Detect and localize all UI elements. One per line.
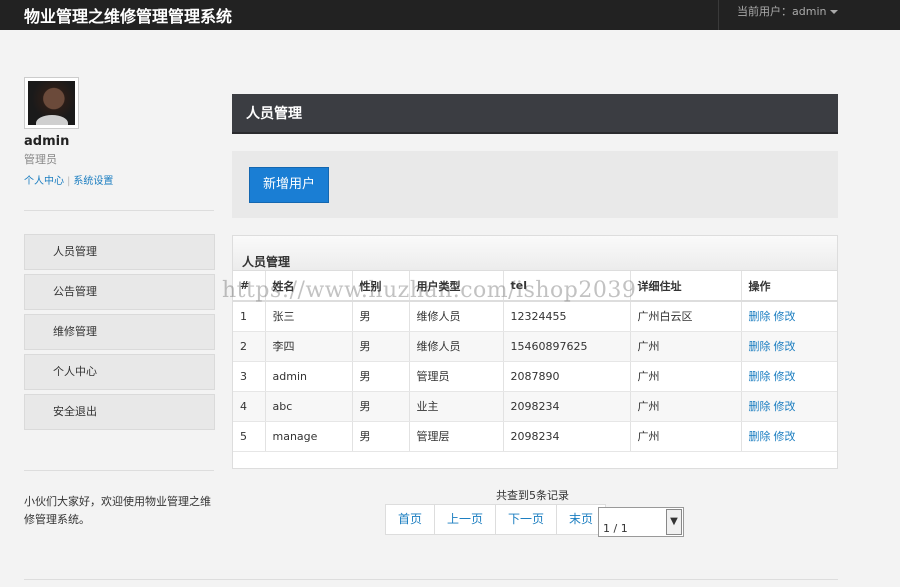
cell-actions: 删除 修改 <box>741 421 837 452</box>
first-page-button[interactable]: 首页 <box>386 505 436 534</box>
delete-link[interactable]: 删除 <box>749 310 771 323</box>
cell-id: 3 <box>233 361 266 392</box>
cell-type: 管理层 <box>409 421 504 452</box>
cell-actions: 删除 修改 <box>741 331 837 362</box>
sidebar-item-repairs[interactable]: 维修管理 <box>24 314 215 350</box>
cell-id: 2 <box>233 331 266 362</box>
cell-gender: 男 <box>352 391 410 422</box>
column-header: 性别 <box>352 271 410 302</box>
cell-address: 广州 <box>630 361 742 392</box>
sidebar-item-staff[interactable]: 人员管理 <box>24 234 215 270</box>
divider <box>24 210 214 211</box>
sidebar-item-notices[interactable]: 公告管理 <box>24 274 215 310</box>
cell-address: 广州 <box>630 421 742 452</box>
cell-actions: 删除 修改 <box>741 361 837 392</box>
cell-gender: 男 <box>352 421 410 452</box>
delete-link[interactable]: 删除 <box>749 370 771 383</box>
cell-name: abc <box>265 391 353 422</box>
cell-gender: 男 <box>352 301 410 332</box>
cell-tel: 12324455 <box>503 301 631 332</box>
action-bar: 新增用户 <box>232 151 838 218</box>
divider <box>24 470 214 471</box>
sidebar-user-role: 管理员 <box>24 153 57 166</box>
edit-link[interactable]: 修改 <box>774 310 796 323</box>
sidebar-username: admin <box>24 134 70 149</box>
cell-address: 广州 <box>630 391 742 422</box>
table-header-row: # 姓名 性别 用户类型 tel 详细住址 操作 <box>233 271 837 302</box>
cell-tel: 2098234 <box>503 391 631 422</box>
table-row: 4 abc 男 业主 2098234 广州 删除 修改 <box>233 391 837 422</box>
cell-name: 李四 <box>265 331 353 362</box>
top-navbar: 物业管理之维修管理管理系统 当前用户：admin <box>0 0 900 30</box>
cell-tel: 2098234 <box>503 421 631 452</box>
delete-link[interactable]: 删除 <box>749 430 771 443</box>
delete-link[interactable]: 删除 <box>749 340 771 353</box>
record-count: 共查到5条记录 <box>496 489 569 502</box>
cell-type: 业主 <box>409 391 504 422</box>
table-row: 3 admin 男 管理员 2087890 广州 删除 修改 <box>233 361 837 392</box>
cell-tel: 2087890 <box>503 361 631 392</box>
cell-id: 1 <box>233 301 266 332</box>
cell-gender: 男 <box>352 331 410 362</box>
column-header: 操作 <box>741 271 837 302</box>
cell-type: 维修人员 <box>409 331 504 362</box>
edit-link[interactable]: 修改 <box>774 430 796 443</box>
settings-link[interactable]: 系统设置 <box>73 176 113 187</box>
sidebar-item-profile[interactable]: 个人中心 <box>24 354 215 390</box>
edit-link[interactable]: 修改 <box>774 370 796 383</box>
column-header: 姓名 <box>265 271 353 302</box>
column-header: 用户类型 <box>409 271 504 302</box>
page-select-value: 1 / 1 <box>603 522 628 535</box>
cell-tel: 15460897625 <box>503 331 631 362</box>
cell-name: admin <box>265 361 353 392</box>
cell-id: 5 <box>233 421 266 452</box>
cell-type: 管理员 <box>409 361 504 392</box>
table-row: 2 李四 男 维修人员 15460897625 广州 删除 修改 <box>233 331 837 362</box>
user-links: 个人中心 | 系统设置 <box>24 176 114 187</box>
cell-id: 4 <box>233 391 266 422</box>
current-user-dropdown[interactable]: 当前用户：admin <box>718 0 900 30</box>
column-header: tel <box>503 271 631 302</box>
edit-link[interactable]: 修改 <box>774 400 796 413</box>
delete-link[interactable]: 删除 <box>749 400 771 413</box>
column-header: 详细住址 <box>630 271 742 302</box>
cell-actions: 删除 修改 <box>741 391 837 422</box>
table-row: 1 张三 男 维修人员 12324455 广州白云区 删除 修改 <box>233 301 837 332</box>
cell-name: 张三 <box>265 301 353 332</box>
sidebar-nav: 人员管理 公告管理 维修管理 个人中心 安全退出 <box>24 234 215 434</box>
page-title: 人员管理 <box>232 94 838 134</box>
pagination: 首页 上一页 下一页 末页 <box>385 504 607 535</box>
user-table-panel: 人员管理 # 姓名 性别 用户类型 tel 详细住址 操作 1 张三 男 维修人… <box>232 235 838 469</box>
caret-down-icon <box>830 10 839 14</box>
app-title: 物业管理之维修管理管理系统 <box>24 7 233 26</box>
cell-type: 维修人员 <box>409 301 504 332</box>
user-table: # 姓名 性别 用户类型 tel 详细住址 操作 1 张三 男 维修人员 123… <box>233 271 837 452</box>
next-page-button[interactable]: 下一页 <box>496 505 558 534</box>
edit-link[interactable]: 修改 <box>774 340 796 353</box>
profile-link[interactable]: 个人中心 <box>24 176 64 187</box>
prev-page-button[interactable]: 上一页 <box>435 505 497 534</box>
welcome-text: 小伙们大家好，欢迎使用物业管理之维修管理系统。 <box>24 495 211 526</box>
cell-actions: 删除 修改 <box>741 301 837 332</box>
cell-address: 广州 <box>630 331 742 362</box>
avatar <box>24 77 79 129</box>
cell-gender: 男 <box>352 361 410 392</box>
current-user-label: 当前用户：admin <box>737 5 827 18</box>
chevron-down-icon: ▼ <box>666 509 682 535</box>
sidebar-item-logout[interactable]: 安全退出 <box>24 394 215 430</box>
column-header: # <box>233 271 266 302</box>
page-select[interactable]: 1 / 1 ▼ <box>598 507 684 537</box>
table-row: 5 manage 男 管理层 2098234 广州 删除 修改 <box>233 421 837 452</box>
divider <box>24 579 838 580</box>
cell-name: manage <box>265 421 353 452</box>
table-title: 人员管理 <box>233 236 837 271</box>
add-user-button[interactable]: 新增用户 <box>249 167 329 203</box>
cell-address: 广州白云区 <box>630 301 742 332</box>
